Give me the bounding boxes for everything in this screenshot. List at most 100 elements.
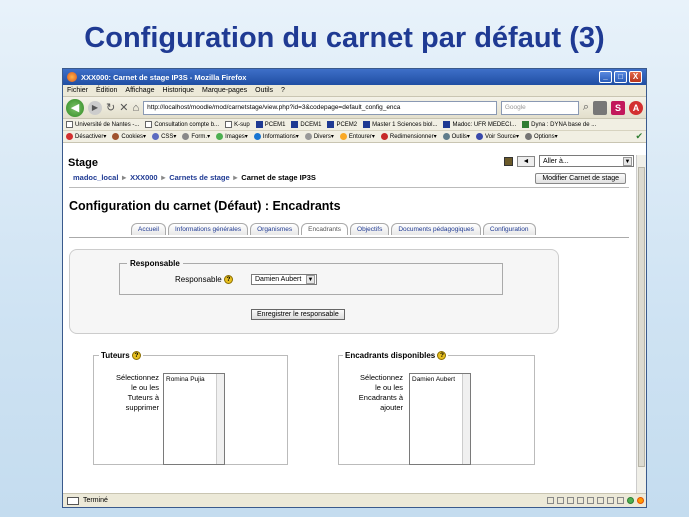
breadcrumb-item[interactable]: madoc_local: [73, 173, 118, 182]
status-page-icon: [67, 496, 79, 505]
url-field[interactable]: http://localhost/moodle/mod/carnetstage/…: [143, 100, 497, 115]
dev-cookies[interactable]: Cookies▾: [112, 132, 146, 140]
reload-icon[interactable]: ↻: [106, 101, 115, 114]
title-bar: XXX000: Carnet de stage IP3S - Mozilla F…: [63, 69, 646, 85]
status-icon[interactable]: [577, 497, 584, 504]
close-button[interactable]: X: [629, 71, 642, 83]
modify-carnet-button[interactable]: Modifier Carnet de stage: [535, 173, 626, 184]
breadcrumb-item[interactable]: Carnets de stage: [169, 173, 229, 182]
chevron-down-icon: ▼: [306, 275, 315, 284]
list-item[interactable]: Damien Aubert: [412, 376, 468, 383]
search-input[interactable]: Google: [500, 100, 579, 115]
list-item[interactable]: Romina Pujia: [166, 376, 222, 383]
dev-divers[interactable]: Divers▾: [304, 132, 334, 140]
menu-marque-pages[interactable]: Marque-pages: [202, 87, 247, 94]
tab-organismes[interactable]: Organismes: [250, 223, 300, 235]
responsable-label: Responsable: [175, 275, 222, 284]
dev-voir-source[interactable]: Voir Source▾: [475, 132, 519, 140]
help-icon[interactable]: ?: [131, 351, 141, 361]
bookmark-item[interactable]: Dyna : DYNA base de ...: [522, 120, 596, 128]
web-developer-toolbar: Désactiver▾ Cookies▾ CSS▾ Form.▾ Images▾…: [63, 131, 646, 143]
home-icon[interactable]: ⌂: [132, 102, 139, 114]
tab-objectifs[interactable]: Objectifs: [350, 223, 390, 235]
disable-icon: [66, 132, 73, 140]
bookmark-item[interactable]: DCEM1: [291, 120, 321, 128]
firefox-icon: [67, 72, 77, 82]
browser-window: XXX000: Carnet de stage IP3S - Mozilla F…: [62, 68, 647, 508]
menu-aide[interactable]: ?: [281, 87, 285, 94]
menu-outils[interactable]: Outils: [255, 87, 273, 94]
breadcrumb-item[interactable]: XXX000: [130, 173, 158, 182]
dev-entourer[interactable]: Entourer▾: [339, 132, 375, 140]
bookmark-item[interactable]: Université de Nantes -...: [66, 120, 139, 128]
back-button[interactable]: ◀: [66, 98, 84, 117]
tab-documents-pedagogiques[interactable]: Documents pédagogiques: [391, 223, 481, 235]
status-icon[interactable]: [557, 497, 564, 504]
menu-historique[interactable]: Historique: [162, 87, 194, 94]
help-icon[interactable]: ?: [223, 275, 233, 285]
menu-fichier[interactable]: Fichier: [67, 87, 88, 94]
dev-form[interactable]: Form.▾: [182, 132, 210, 140]
adblock-icon[interactable]: A: [629, 100, 643, 115]
maximize-button[interactable]: □: [614, 71, 627, 83]
status-ok-icon[interactable]: [627, 497, 634, 504]
dev-informations[interactable]: Informations▾: [253, 132, 299, 140]
status-warning-icon[interactable]: [637, 497, 644, 504]
bookmark-item[interactable]: Madoc: UFR MEDECI...: [443, 120, 516, 128]
tab-informations-generales[interactable]: Informations générales: [167, 223, 249, 235]
encadrants-listbox[interactable]: Damien Aubert: [409, 373, 471, 465]
status-icon[interactable]: [597, 497, 604, 504]
bookmark-item[interactable]: PCEM1: [255, 120, 285, 128]
help-icon[interactable]: ?: [437, 351, 447, 361]
header-controls: ◄ Aller à... ▼: [504, 155, 634, 167]
stop-icon[interactable]: ✕: [119, 101, 128, 114]
search-icon[interactable]: ⌕: [583, 101, 589, 114]
encadrants-title-row: Encadrants disponibles ?: [343, 351, 449, 361]
dev-options[interactable]: Options▾: [524, 132, 558, 140]
tuteurs-listbox[interactable]: Romina Pujia: [163, 373, 225, 465]
status-icon[interactable]: [607, 497, 614, 504]
dev-desactiver[interactable]: Désactiver▾: [66, 132, 106, 140]
options-icon: [524, 132, 532, 140]
tab-encadrants[interactable]: Encadrants: [301, 223, 349, 235]
listbox-scrollbar[interactable]: [216, 374, 224, 464]
site-icon: [327, 120, 335, 128]
block-icon[interactable]: [504, 156, 513, 166]
dev-images[interactable]: Images▾: [216, 132, 248, 140]
scrollbar-thumb[interactable]: [638, 167, 645, 467]
page-scrollbar[interactable]: [636, 155, 646, 495]
status-icon[interactable]: [617, 497, 624, 504]
bookmark-item[interactable]: Master 1 Sciences biol...: [363, 120, 437, 128]
status-icon[interactable]: [567, 497, 574, 504]
image-icon: [216, 132, 224, 140]
tab-accueil[interactable]: Accueil: [131, 223, 166, 235]
chevron-down-icon: ▼: [623, 156, 632, 166]
save-responsable-button[interactable]: Enregistrer le responsable: [251, 309, 345, 320]
extension-icon[interactable]: [593, 100, 607, 115]
menu-edition[interactable]: Édition: [96, 87, 117, 94]
divider: [69, 187, 629, 188]
site-icon: [522, 120, 530, 128]
jump-select[interactable]: Aller à... ▼: [539, 155, 634, 167]
encadrants-description: Sélectionnez le ou les Encadrants à ajou…: [358, 373, 403, 412]
navigation-toolbar: ◀ ▶ ↻ ✕ ⌂ http://localhost/moodle/mod/ca…: [63, 97, 646, 119]
responsable-legend: Responsable: [127, 259, 183, 268]
bookmark-item[interactable]: K-sup: [225, 120, 250, 128]
dev-css[interactable]: CSS▾: [152, 132, 176, 140]
dev-redimensionner[interactable]: Redimensionner▾: [380, 132, 437, 140]
status-icon[interactable]: [547, 497, 554, 504]
status-icon[interactable]: [587, 497, 594, 504]
menu-bar: Fichier Édition Affichage Historique Mar…: [63, 85, 646, 97]
bookmark-item[interactable]: Consultation compte b...: [145, 120, 219, 128]
minimize-button[interactable]: _: [599, 71, 612, 83]
source-icon: [475, 132, 483, 140]
responsable-select[interactable]: Damien Aubert ▼: [251, 274, 317, 285]
jump-button[interactable]: ◄: [517, 155, 535, 167]
listbox-scrollbar[interactable]: [462, 374, 470, 464]
menu-affichage[interactable]: Affichage: [125, 87, 154, 94]
tab-configuration[interactable]: Configuration: [482, 223, 536, 235]
forward-button[interactable]: ▶: [88, 100, 102, 115]
dev-outils[interactable]: Outils▾: [442, 132, 470, 140]
s-extension-icon[interactable]: S: [611, 100, 625, 115]
bookmark-item[interactable]: PCEM2: [327, 120, 357, 128]
